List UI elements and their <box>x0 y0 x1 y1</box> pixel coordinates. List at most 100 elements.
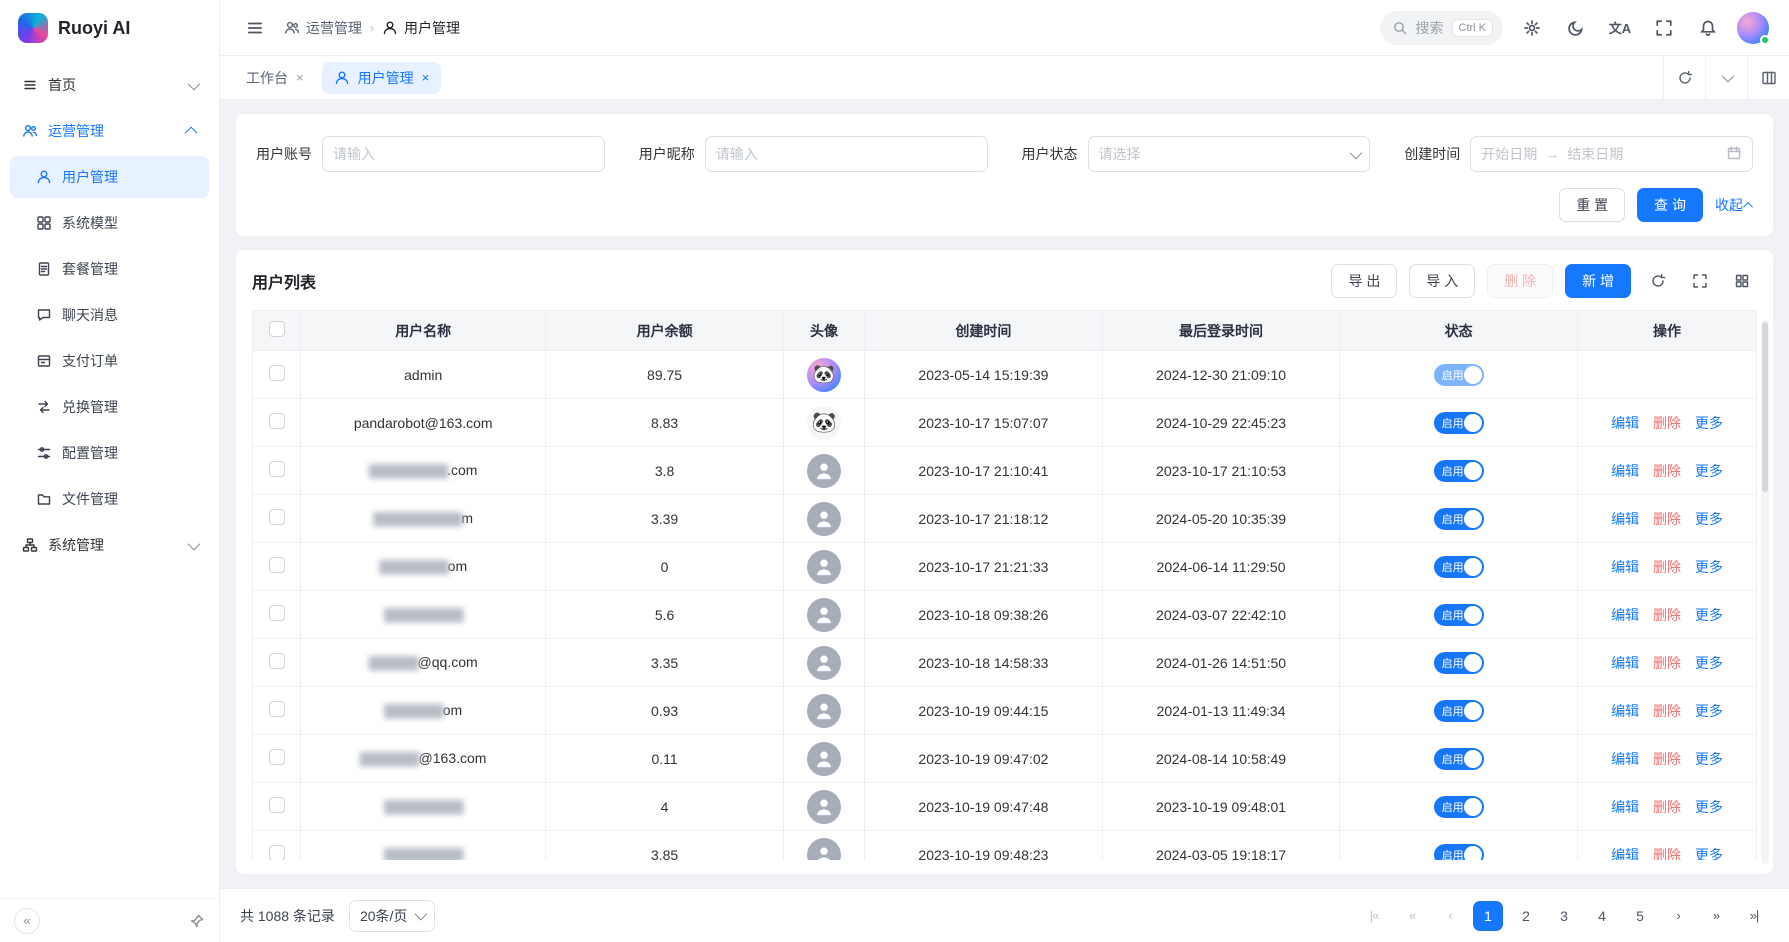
close-icon[interactable]: × <box>422 70 430 85</box>
more-link[interactable]: 更多 <box>1695 607 1723 623</box>
date-range-picker[interactable]: 开始日期 → 结束日期 <box>1470 136 1753 172</box>
sidebar-subitem[interactable]: 系统模型 <box>10 202 209 244</box>
delete-link[interactable]: 删除 <box>1653 799 1681 815</box>
language-translate-icon[interactable]: 文A <box>1605 13 1635 43</box>
edit-link[interactable]: 编辑 <box>1611 847 1639 861</box>
edit-link[interactable]: 编辑 <box>1611 655 1639 671</box>
hamburger-menu-icon[interactable] <box>240 13 270 43</box>
page-button-2[interactable]: 2 <box>1511 901 1541 931</box>
row-checkbox[interactable] <box>269 509 285 525</box>
breadcrumb-operations[interactable]: 运营管理 <box>284 18 362 38</box>
row-checkbox[interactable] <box>269 653 285 669</box>
status-toggle[interactable]: 启用 <box>1434 700 1484 722</box>
sidebar-subitem[interactable]: 套餐管理 <box>10 248 209 290</box>
edit-link[interactable]: 编辑 <box>1611 799 1639 815</box>
edit-link[interactable]: 编辑 <box>1611 415 1639 431</box>
search-button[interactable]: 查 询 <box>1637 188 1703 222</box>
more-link[interactable]: 更多 <box>1695 799 1723 815</box>
status-toggle[interactable]: 启用 <box>1434 364 1484 386</box>
page-button-4[interactable]: 4 <box>1587 901 1617 931</box>
delete-link[interactable]: 删除 <box>1653 415 1681 431</box>
account-input[interactable] <box>333 146 594 162</box>
pin-icon[interactable] <box>189 913 205 929</box>
sidebar-subitem[interactable]: 支付订单 <box>10 340 209 382</box>
more-link[interactable]: 更多 <box>1695 703 1723 719</box>
reset-button[interactable]: 重 置 <box>1559 188 1625 222</box>
page-button-3[interactable]: 3 <box>1549 901 1579 931</box>
more-link[interactable]: 更多 <box>1695 511 1723 527</box>
more-link[interactable]: 更多 <box>1695 559 1723 575</box>
chevron-down-icon[interactable] <box>1705 56 1747 99</box>
user-avatar[interactable] <box>1737 12 1769 44</box>
collapse-filters-link[interactable]: 收起 <box>1715 195 1753 215</box>
refresh-icon[interactable] <box>1643 266 1673 296</box>
row-checkbox[interactable] <box>269 413 285 429</box>
status-toggle[interactable]: 启用 <box>1434 796 1484 818</box>
delete-link[interactable]: 删除 <box>1653 511 1681 527</box>
row-checkbox[interactable] <box>269 797 285 813</box>
sidebar-subitem[interactable]: 兑换管理 <box>10 386 209 428</box>
page-button-1[interactable]: 1 <box>1473 901 1503 931</box>
delete-link[interactable]: 删除 <box>1653 703 1681 719</box>
more-link[interactable]: 更多 <box>1695 463 1723 479</box>
add-button[interactable]: 新 增 <box>1565 264 1631 298</box>
row-checkbox[interactable] <box>269 605 285 621</box>
table-scrollbar[interactable] <box>1761 320 1769 864</box>
sidebar-subitem[interactable]: 用户管理 <box>10 156 209 198</box>
delete-link[interactable]: 删除 <box>1653 847 1681 861</box>
tab-user-management[interactable]: 用户管理 × <box>322 62 442 94</box>
delete-link[interactable]: 删除 <box>1653 559 1681 575</box>
delete-link[interactable]: 删除 <box>1653 607 1681 623</box>
status-select[interactable]: 请选择 <box>1088 136 1371 172</box>
edit-link[interactable]: 编辑 <box>1611 463 1639 479</box>
column-settings-icon[interactable] <box>1727 266 1757 296</box>
status-toggle[interactable]: 启用 <box>1434 412 1484 434</box>
close-icon[interactable]: × <box>296 70 304 85</box>
sidebar-subitem[interactable]: 文件管理 <box>10 478 209 520</box>
more-link[interactable]: 更多 <box>1695 415 1723 431</box>
status-toggle[interactable]: 启用 <box>1434 748 1484 770</box>
settings-gear-icon[interactable] <box>1517 13 1547 43</box>
sidebar-item-home[interactable]: 首页 <box>10 64 209 106</box>
last-page-button[interactable]: »| <box>1739 901 1769 931</box>
logo[interactable]: Ruoyi AI <box>0 0 219 56</box>
global-search[interactable]: 搜索 Ctrl K <box>1380 11 1504 45</box>
status-toggle[interactable]: 启用 <box>1434 508 1484 530</box>
sidebar-item-system[interactable]: 系统管理 <box>10 524 209 566</box>
nickname-input[interactable] <box>716 146 977 162</box>
notifications-bell-icon[interactable] <box>1693 13 1723 43</box>
fullscreen-icon[interactable] <box>1685 266 1715 296</box>
more-link[interactable]: 更多 <box>1695 751 1723 767</box>
more-link[interactable]: 更多 <box>1695 847 1723 861</box>
status-toggle[interactable]: 启用 <box>1434 556 1484 578</box>
page-button-5[interactable]: 5 <box>1625 901 1655 931</box>
sidebar-item-operations[interactable]: 运营管理 <box>10 110 209 152</box>
breadcrumb-user-management[interactable]: 用户管理 <box>382 18 460 38</box>
status-toggle[interactable]: 启用 <box>1434 652 1484 674</box>
sidebar-subitem[interactable]: 配置管理 <box>10 432 209 474</box>
status-toggle[interactable]: 启用 <box>1434 844 1484 861</box>
layout-columns-icon[interactable] <box>1747 56 1789 99</box>
edit-link[interactable]: 编辑 <box>1611 703 1639 719</box>
row-checkbox[interactable] <box>269 557 285 573</box>
row-checkbox[interactable] <box>269 365 285 381</box>
fullscreen-icon[interactable] <box>1649 13 1679 43</box>
edit-link[interactable]: 编辑 <box>1611 559 1639 575</box>
row-checkbox[interactable] <box>269 749 285 765</box>
edit-link[interactable]: 编辑 <box>1611 751 1639 767</box>
prev-page-button[interactable]: ‹ <box>1435 901 1465 931</box>
delete-link[interactable]: 删除 <box>1653 751 1681 767</box>
dark-mode-moon-icon[interactable] <box>1561 13 1591 43</box>
status-toggle[interactable]: 启用 <box>1434 604 1484 626</box>
sidebar-subitem[interactable]: 聊天消息 <box>10 294 209 336</box>
row-checkbox[interactable] <box>269 701 285 717</box>
import-button[interactable]: 导 入 <box>1409 264 1475 298</box>
scrollbar-thumb[interactable] <box>1762 322 1768 492</box>
next-page-button[interactable]: › <box>1663 901 1693 931</box>
page-size-select[interactable]: 20条/页 <box>349 900 435 932</box>
prev-jump-button[interactable]: « <box>1397 901 1427 931</box>
edit-link[interactable]: 编辑 <box>1611 511 1639 527</box>
row-checkbox[interactable] <box>269 461 285 477</box>
row-checkbox[interactable] <box>269 845 285 860</box>
sidebar-collapse-button[interactable]: « <box>14 908 40 934</box>
